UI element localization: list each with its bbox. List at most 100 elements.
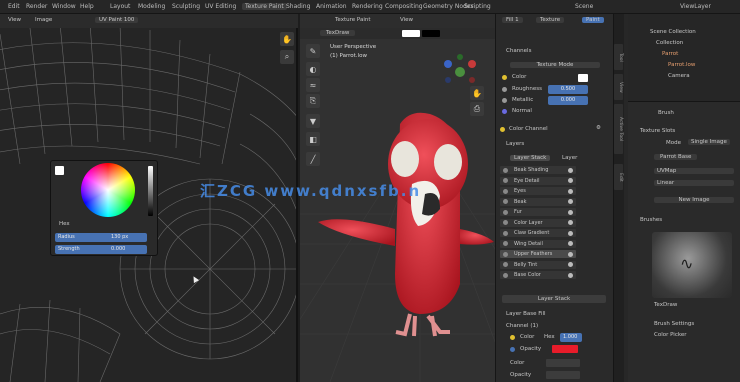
scene-selector[interactable]: Scene: [575, 3, 593, 10]
layer-visibility-icon[interactable]: [503, 188, 508, 194]
layer-row[interactable]: Beak: [500, 197, 576, 206]
brush-color-swatch[interactable]: [402, 30, 420, 37]
eye-icon[interactable]: [568, 262, 573, 267]
layer-visibility-icon[interactable]: [503, 209, 508, 215]
tab-layer-stack[interactable]: Layer Stack: [510, 155, 551, 161]
eye-icon[interactable]: [568, 241, 573, 246]
outliner-camera[interactable]: Camera: [668, 73, 690, 79]
tab-scripting[interactable]: Scripting: [464, 3, 491, 10]
outliner-collection[interactable]: Collection: [656, 40, 683, 46]
pan-hand-icon[interactable]: ✋: [470, 86, 484, 100]
draw-brush-icon[interactable]: ✎: [306, 44, 320, 58]
layer-row[interactable]: Color Layer: [500, 218, 576, 227]
layer-row[interactable]: Belly Tint: [500, 260, 576, 269]
uv-image-menu[interactable]: Image: [35, 17, 52, 23]
eye-icon[interactable]: [568, 272, 573, 278]
layer-color-value[interactable]: 1.000: [560, 333, 582, 342]
texture-mode-button[interactable]: Texture Mode: [510, 62, 600, 68]
tab-fill[interactable]: Fill 1: [502, 17, 523, 23]
layer-visibility-icon[interactable]: [503, 199, 508, 204]
tab-paint[interactable]: Paint: [582, 17, 604, 23]
interpolation-select[interactable]: Linear: [654, 180, 734, 186]
layers-section[interactable]: Layers: [506, 141, 524, 147]
texture-slots-section[interactable]: Texture Slots: [640, 128, 675, 134]
layer-visibility-icon[interactable]: [503, 272, 508, 278]
strength-field[interactable]: Strength 0.000: [55, 245, 147, 254]
color-channel-label[interactable]: Color Channel: [509, 126, 548, 132]
channel-color-swatch[interactable]: [578, 74, 588, 82]
mode-selector[interactable]: Texture Paint: [335, 17, 371, 23]
tab-view-vertical[interactable]: View: [614, 74, 623, 100]
brush-preview-thumbnail[interactable]: ∿: [652, 232, 732, 298]
tab-texture[interactable]: Texture: [536, 17, 565, 23]
secondary-color-swatch[interactable]: [422, 30, 440, 37]
zoom-icon[interactable]: ⌕: [280, 50, 294, 64]
radius-field[interactable]: Radius 130 px: [55, 233, 147, 242]
layer-row[interactable]: Wing Detail: [500, 239, 576, 248]
menu-window[interactable]: Window: [52, 3, 76, 10]
brush-selector[interactable]: TexDraw: [320, 30, 356, 36]
layer-visibility-icon[interactable]: [503, 178, 508, 183]
color-swatch[interactable]: [55, 166, 64, 175]
layer-visibility-icon[interactable]: [503, 241, 508, 246]
eye-icon[interactable]: [568, 220, 573, 225]
tab-layout[interactable]: Layout: [110, 3, 130, 10]
roughness-value[interactable]: 0.500: [548, 85, 588, 94]
eye-icon[interactable]: [568, 178, 573, 183]
tab-sculpting[interactable]: Sculpting: [172, 3, 200, 10]
outliner-parrot-low[interactable]: Parrot.low: [668, 62, 695, 68]
layer-row[interactable]: Base Color: [500, 271, 576, 279]
menu-edit[interactable]: Edit: [8, 3, 20, 10]
eye-icon[interactable]: [568, 167, 573, 173]
tab-compositing[interactable]: Compositing: [385, 3, 423, 10]
tab-tool-vertical[interactable]: Tool: [614, 44, 623, 70]
color-wheel[interactable]: [81, 163, 135, 217]
menu-render[interactable]: Render: [26, 3, 47, 10]
uv-view-menu[interactable]: View: [8, 17, 21, 23]
channel-red-swatch[interactable]: [552, 345, 578, 353]
mask-icon[interactable]: ◧: [306, 132, 320, 146]
layer-visibility-icon[interactable]: [503, 167, 508, 173]
value-slider[interactable]: [148, 166, 153, 216]
metallic-value[interactable]: 0.000: [548, 96, 588, 105]
clone-icon[interactable]: ⎘: [306, 94, 320, 108]
layer-row[interactable]: Claw Gradient: [500, 229, 576, 237]
eye-icon[interactable]: [568, 251, 573, 257]
tab-uv-editing[interactable]: UV Editing: [205, 3, 236, 10]
layer-row[interactable]: Beak Shading: [500, 166, 576, 174]
fill-icon[interactable]: ▼: [306, 114, 320, 128]
layer-row[interactable]: Upper Feathers: [500, 250, 576, 258]
channels-section[interactable]: Channels: [506, 48, 531, 54]
menu-help[interactable]: Help: [80, 3, 94, 10]
layer-visibility-icon[interactable]: [503, 262, 508, 267]
mode-select[interactable]: Single Image: [688, 139, 730, 145]
layer-visibility-icon[interactable]: [503, 230, 508, 236]
smear-icon[interactable]: ≈: [306, 78, 320, 92]
soften-icon[interactable]: ◐: [306, 62, 320, 76]
tab-rendering[interactable]: Rendering: [352, 3, 383, 10]
uv-image-name[interactable]: UV Paint 100: [95, 17, 139, 23]
tab-shading[interactable]: Shading: [286, 3, 310, 10]
viewport-view-menu[interactable]: View: [400, 17, 413, 23]
add-layer-button[interactable]: Layer Stack: [502, 295, 606, 303]
tab-modeling[interactable]: Modeling: [138, 3, 165, 10]
hand-icon[interactable]: ✋: [280, 32, 294, 46]
layer-row[interactable]: Eye Detail: [500, 176, 576, 185]
tab-texture-paint[interactable]: Texture Paint: [242, 3, 287, 10]
new-image-button[interactable]: New Image: [654, 197, 734, 203]
line-icon[interactable]: ╱: [306, 152, 320, 166]
layer-row[interactable]: Eyes: [500, 187, 576, 195]
camera-icon[interactable]: ⎙: [470, 102, 484, 116]
tab-animation[interactable]: Animation: [316, 3, 347, 10]
eye-icon[interactable]: [568, 199, 573, 204]
brush-name[interactable]: Brush: [658, 110, 674, 116]
bottom-opacity-field[interactable]: [546, 371, 580, 379]
layer-row[interactable]: Fur: [500, 208, 576, 216]
eye-icon[interactable]: [568, 188, 573, 194]
brush-settings-section[interactable]: Brush Settings: [654, 321, 694, 327]
outliner-parrot[interactable]: Parrot: [662, 51, 678, 57]
layer-visibility-icon[interactable]: [503, 220, 508, 225]
uv-map-select[interactable]: UVMap: [654, 168, 734, 174]
tab-edit-vertical[interactable]: Edit: [614, 164, 623, 190]
bottom-color-field[interactable]: [546, 359, 580, 367]
